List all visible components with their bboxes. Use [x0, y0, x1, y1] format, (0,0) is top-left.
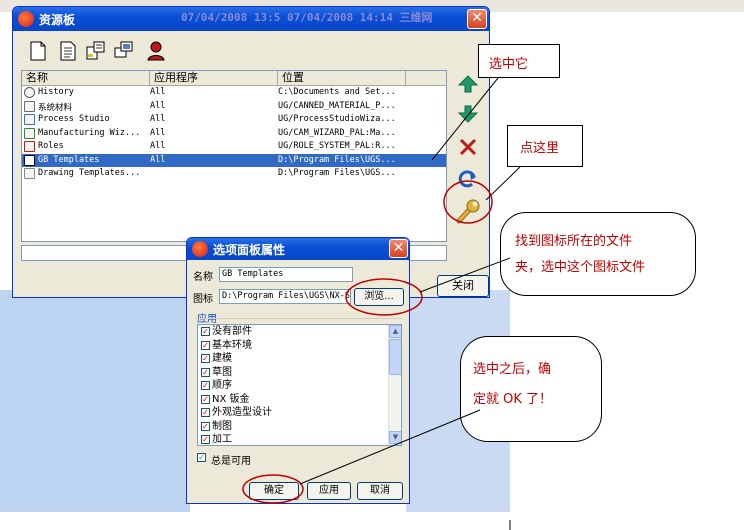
annotation-overlay — [242, 77, 521, 530]
ok-highlight-ellipse — [242, 474, 304, 504]
wrench-highlight-ellipse — [443, 180, 493, 224]
browse-highlight-ellipse — [345, 278, 423, 316]
